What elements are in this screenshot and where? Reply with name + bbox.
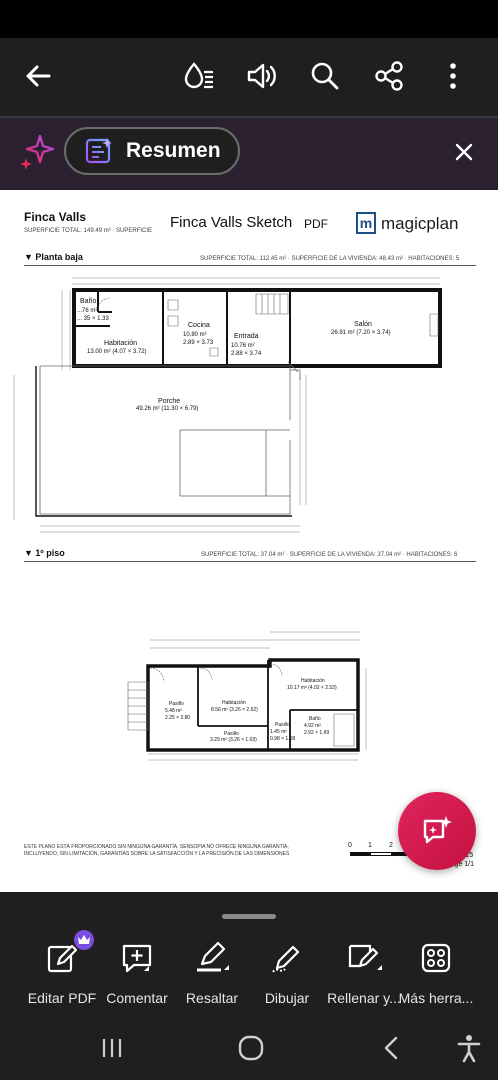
room-name: Habitación — [301, 678, 325, 684]
room-name: Pasillo — [169, 701, 184, 707]
ai-chat-icon — [423, 816, 452, 844]
more-tools-icon — [388, 938, 484, 978]
floor-ground-title: ▼ Planta baja — [24, 252, 83, 262]
room-dims: 1.45 m² 0.98 × 1.68 — [270, 729, 296, 742]
scale-tick: 0 — [348, 842, 352, 849]
sheet-handle[interactable] — [222, 914, 276, 919]
floor-first-name: 1º piso — [35, 548, 65, 558]
room-name: Habitación — [104, 340, 138, 347]
scale-bar — [350, 852, 410, 856]
room-dims: 10.80 m² 2.89 × 3.73 — [183, 332, 214, 346]
project-title: Finca Valls — [24, 210, 87, 224]
pdf-tag: PDF — [304, 217, 328, 231]
room-dims: 5.48 m² 2.25 × 3.80 — [165, 708, 191, 721]
search-icon[interactable] — [301, 52, 349, 100]
logo-letter: m — [359, 215, 373, 231]
floor-first-stats: SUPERFICIE TOTAL: 37.04 m² · SUPERFICIE … — [201, 552, 458, 558]
volume-icon[interactable] — [237, 52, 285, 100]
floor-first-title: ▼ 1º piso — [24, 548, 65, 558]
tool-label: Más herra... — [398, 990, 474, 1006]
room-dims: 10.76 m² 2.88 × 3.74 — [231, 343, 262, 357]
room-name: Porche — [158, 398, 181, 405]
disclaimer: ESTE PLANO ESTÁ PROPORCIONADO SIN NINGUN… — [24, 844, 290, 857]
room-dims: 10.17 m² (4.02 × 2.53) — [287, 685, 337, 691]
room-dims: 49.26 m² (11.30 × 6.79) — [136, 406, 199, 412]
ai-sparkle-icon — [18, 132, 58, 172]
ai-assistant-fab[interactable] — [398, 792, 476, 870]
floor-first-rule — [24, 561, 476, 562]
tool-more-tools[interactable]: Más herra... — [388, 938, 484, 1010]
room-name: Habitación — [222, 700, 246, 706]
room-name: Baño — [309, 716, 321, 722]
room-name: Entrada — [234, 333, 259, 340]
magicplan-logo: m — [356, 212, 376, 234]
floor-ground-name: Planta baja — [35, 252, 83, 262]
room-name: Pasillo — [275, 722, 290, 728]
room-dims: 13.00 m² (4.07 × 3.72) — [87, 349, 147, 355]
room-dims: 26.91 m² (7.20 × 3.74) — [331, 330, 391, 336]
scale-tick: 2 — [389, 842, 393, 849]
more-vertical-icon[interactable] — [429, 52, 477, 100]
summary-button[interactable]: Resumen — [64, 127, 240, 175]
room-name: Cocina — [188, 322, 210, 329]
room-name: Baño — [80, 298, 97, 305]
room-dims: ...76 m² ... 35 × 1.33 — [77, 308, 109, 322]
bottom-tools-sheet: Editar PDF Comentar Resaltar Dibujar Rel… — [0, 892, 498, 1014]
status-bar — [0, 0, 498, 38]
sketch-title: Finca Valls Sketch — [170, 214, 293, 231]
pdf-page[interactable]: Finca Valls SUPERFICIE TOTAL: 149.49 m² … — [0, 190, 498, 892]
room-name: Salón — [354, 321, 372, 328]
ground-floor-plan — [13, 277, 442, 533]
room-dims: 4.92 m² 2.92 × 1.69 — [304, 723, 330, 736]
recent-apps-icon[interactable] — [89, 1028, 135, 1068]
room-dims: 8.56 m² (3.26 × 2.62) — [211, 707, 258, 713]
system-nav-bar — [0, 1014, 498, 1080]
back-icon[interactable] — [368, 1028, 414, 1068]
read-aloud-icon[interactable] — [175, 52, 223, 100]
total-area: SUPERFICIE TOTAL: 149.49 m² · SUPERFICIE — [24, 228, 153, 234]
first-floor-plan — [127, 631, 367, 761]
app-toolbar — [0, 38, 498, 116]
summary-bar: Resumen — [0, 118, 498, 190]
room-dims: 3.29 m² (3.26 × 1.03) — [210, 737, 257, 743]
magicplan-brand: magicplan — [381, 214, 459, 233]
accessibility-icon[interactable] — [446, 1028, 492, 1068]
summary-label: Resumen — [126, 139, 221, 162]
share-icon[interactable] — [365, 52, 413, 100]
floor-ground-rule — [24, 265, 476, 266]
scale-tick: 1 — [368, 842, 372, 849]
back-arrow-icon[interactable] — [14, 52, 62, 100]
home-icon[interactable] — [228, 1028, 274, 1068]
close-icon[interactable] — [444, 138, 484, 166]
floor-ground-stats: SUPERFICIE TOTAL: 112.45 m² · SUPERFICIE… — [200, 256, 460, 262]
summary-icon — [85, 138, 112, 164]
